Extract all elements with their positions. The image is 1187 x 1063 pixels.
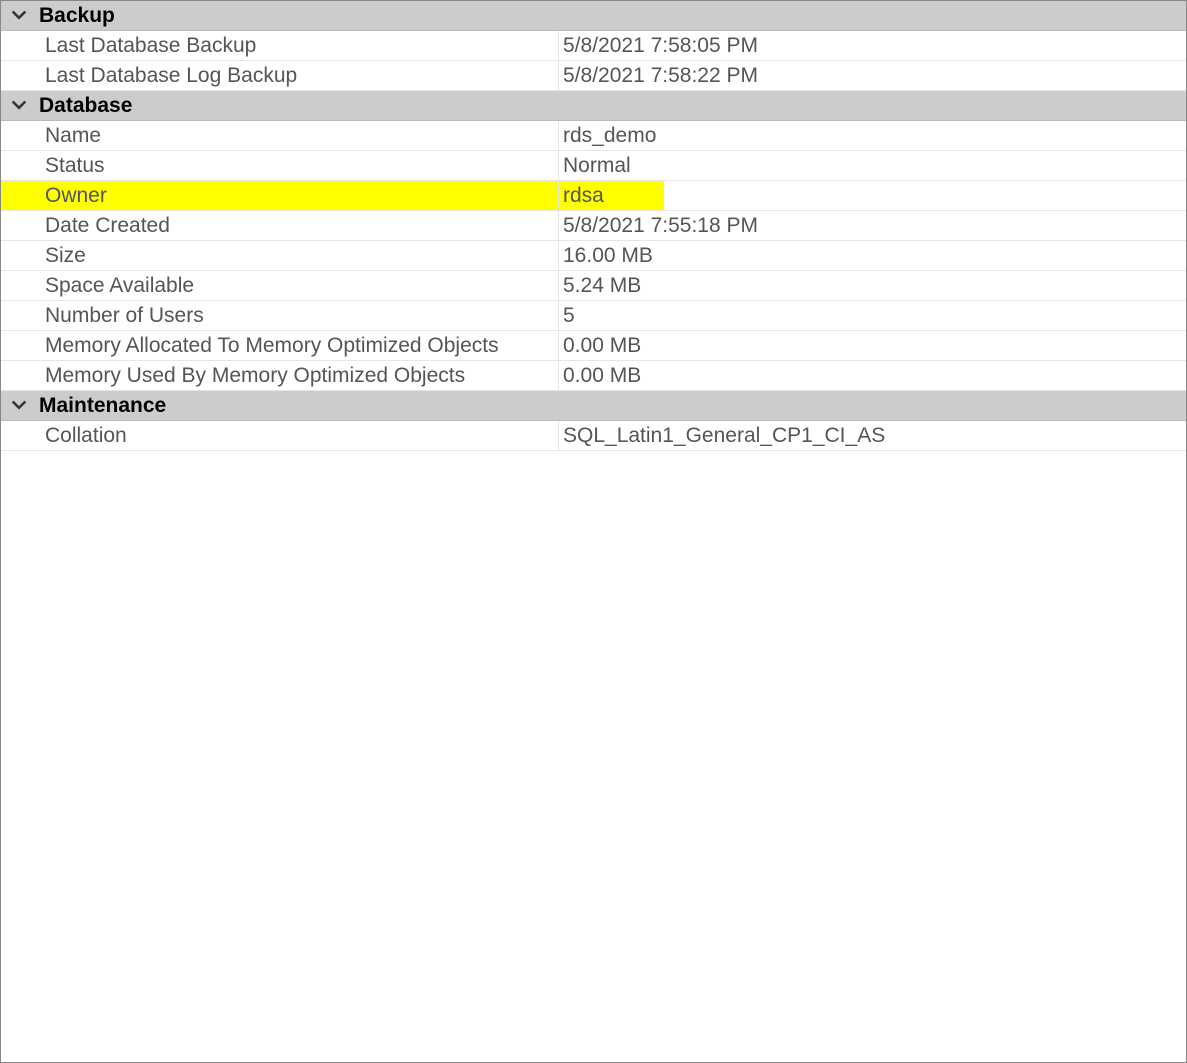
property-row-owner[interactable]: Owner rdsa xyxy=(1,181,1186,211)
property-row[interactable]: Status Normal xyxy=(1,151,1186,181)
property-value: 16.00 MB xyxy=(559,241,1186,270)
property-value: Normal xyxy=(559,151,1186,180)
property-label: Date Created xyxy=(1,211,559,240)
property-label: Space Available xyxy=(1,271,559,300)
property-label: Status xyxy=(1,151,559,180)
property-value: 5/8/2021 7:58:22 PM xyxy=(559,61,1186,90)
property-row[interactable]: Size 16.00 MB xyxy=(1,241,1186,271)
section-header-backup[interactable]: Backup xyxy=(1,1,1186,31)
property-label: Memory Used By Memory Optimized Objects xyxy=(1,361,559,390)
property-row[interactable]: Date Created 5/8/2021 7:55:18 PM xyxy=(1,211,1186,241)
property-row[interactable]: Last Database Backup 5/8/2021 7:58:05 PM xyxy=(1,31,1186,61)
property-value: rdsa xyxy=(559,181,1186,210)
property-label: Owner xyxy=(1,181,559,210)
section-title: Maintenance xyxy=(39,394,166,418)
property-row[interactable]: Collation SQL_Latin1_General_CP1_CI_AS xyxy=(1,421,1186,451)
properties-panel: Backup Last Database Backup 5/8/2021 7:5… xyxy=(1,1,1186,1062)
property-label: Collation xyxy=(1,421,559,450)
chevron-down-icon[interactable] xyxy=(9,99,29,113)
property-value: 5/8/2021 7:55:18 PM xyxy=(559,211,1186,240)
property-row[interactable]: Last Database Log Backup 5/8/2021 7:58:2… xyxy=(1,61,1186,91)
section-header-database[interactable]: Database xyxy=(1,91,1186,121)
property-value: 5.24 MB xyxy=(559,271,1186,300)
property-label: Size xyxy=(1,241,559,270)
property-value: 5 xyxy=(559,301,1186,330)
property-value: rds_demo xyxy=(559,121,1186,150)
property-row[interactable]: Name rds_demo xyxy=(1,121,1186,151)
property-row[interactable]: Space Available 5.24 MB xyxy=(1,271,1186,301)
property-row[interactable]: Number of Users 5 xyxy=(1,301,1186,331)
chevron-down-icon[interactable] xyxy=(9,9,29,23)
chevron-down-icon[interactable] xyxy=(9,399,29,413)
section-title: Backup xyxy=(39,4,115,28)
property-value: SQL_Latin1_General_CP1_CI_AS xyxy=(559,421,1186,450)
property-label: Number of Users xyxy=(1,301,559,330)
section-header-maintenance[interactable]: Maintenance xyxy=(1,391,1186,421)
property-label: Memory Allocated To Memory Optimized Obj… xyxy=(1,331,559,360)
property-value: 5/8/2021 7:58:05 PM xyxy=(559,31,1186,60)
property-row[interactable]: Memory Used By Memory Optimized Objects … xyxy=(1,361,1186,391)
property-label: Last Database Log Backup xyxy=(1,61,559,90)
property-value: 0.00 MB xyxy=(559,361,1186,390)
property-value: 0.00 MB xyxy=(559,331,1186,360)
property-row[interactable]: Memory Allocated To Memory Optimized Obj… xyxy=(1,331,1186,361)
property-label: Name xyxy=(1,121,559,150)
section-title: Database xyxy=(39,94,132,118)
property-label: Last Database Backup xyxy=(1,31,559,60)
